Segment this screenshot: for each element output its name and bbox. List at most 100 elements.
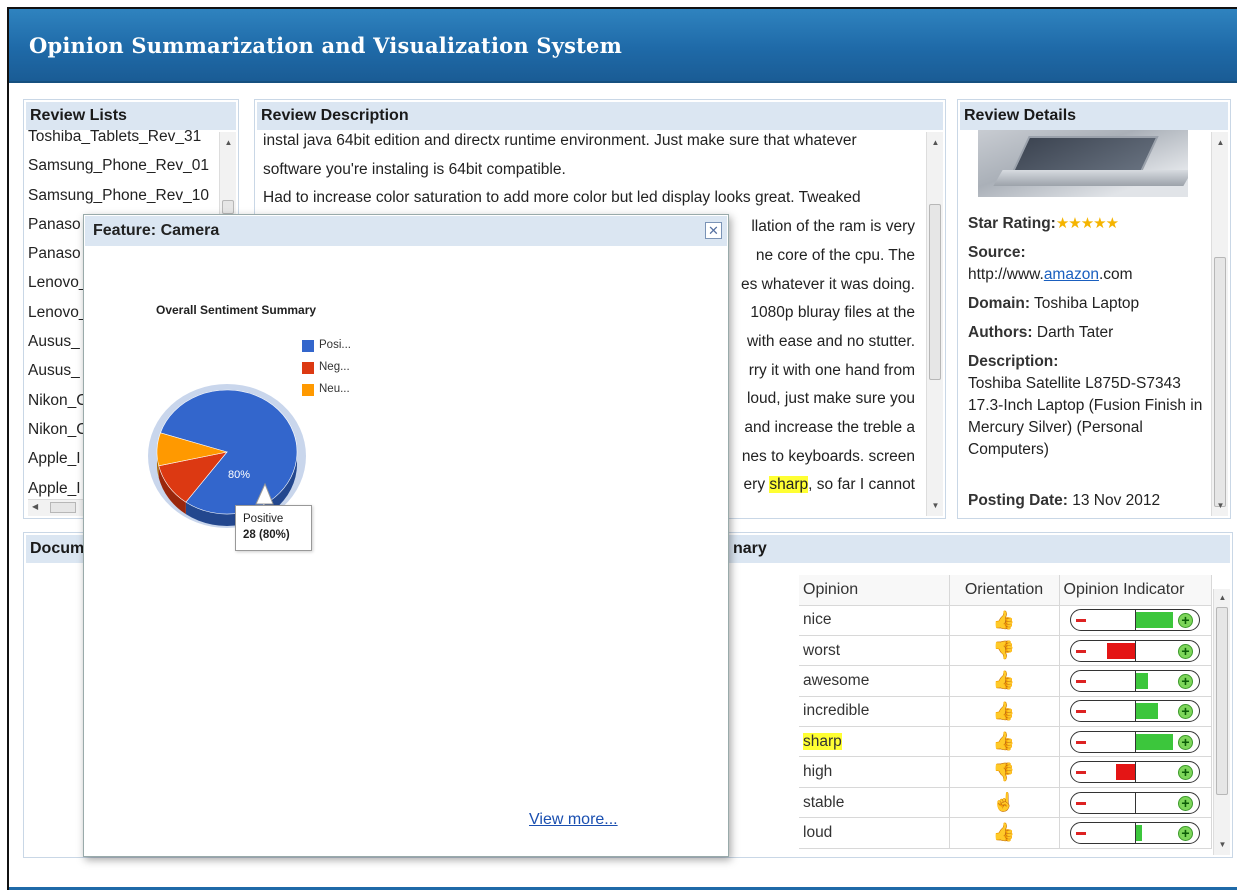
orientation-cell: 👍 <box>949 817 1060 849</box>
orientation-cell: 👎 <box>949 635 1060 667</box>
opinion-word: sharp <box>803 732 842 750</box>
plus-icon: + <box>1178 643 1193 659</box>
indicator-cell: + <box>1059 756 1212 788</box>
opinion-table-vscroll[interactable]: ▲ ▼ <box>1213 589 1230 855</box>
opinion-indicator: + <box>1070 669 1200 692</box>
column-opinion[interactable]: Opinion <box>799 575 950 606</box>
table-row[interactable]: incredible 👍 + <box>799 696 1212 728</box>
source-suffix: .com <box>1098 266 1133 283</box>
description-value: Toshiba Satellite L875D-S7343 17.3-Inch … <box>968 375 1203 458</box>
table-row[interactable]: stable ☝ + <box>799 787 1212 819</box>
opinion-indicator: + <box>1070 821 1200 844</box>
orientation-cell: ☝ <box>949 787 1060 819</box>
opinion-word: incredible <box>803 702 870 720</box>
legend-item: Posi... <box>302 339 351 361</box>
app-title: Opinion Summarization and Visualization … <box>29 33 622 58</box>
thumbs-up-icon: 👍 <box>992 609 1016 630</box>
minus-icon <box>1076 831 1086 835</box>
app-window: Opinion Summarization and Visualization … <box>7 7 1237 890</box>
scroll-down-icon[interactable]: ▼ <box>927 501 944 510</box>
source-prefix: http://www. <box>968 266 1044 283</box>
posting-date-label: Posting Date: <box>968 492 1068 509</box>
review-description-title: Review Description <box>257 102 943 130</box>
opinion-cell: sharp <box>799 726 950 758</box>
title-left: Docum <box>30 540 85 557</box>
legend-item: Neg... <box>302 361 351 383</box>
indicator-bar <box>1136 824 1143 841</box>
authors: Authors: Darth Tater <box>968 322 1206 344</box>
list-item[interactable]: Samsung_Phone_Rev_01 <box>28 151 218 180</box>
scroll-thumb[interactable] <box>1216 607 1228 795</box>
minus-icon <box>1076 619 1086 623</box>
title-right: nary <box>733 540 767 557</box>
legend-label: Neu... <box>319 383 350 395</box>
plus-icon: + <box>1178 795 1193 811</box>
orientation-cell: 👍 <box>949 605 1060 636</box>
review-description-vscroll[interactable]: ▲ ▼ <box>926 132 943 516</box>
source-link[interactable]: amazon <box>1044 266 1099 283</box>
minus-icon <box>1076 649 1086 653</box>
view-more-link[interactable]: View more... <box>529 811 618 829</box>
scroll-up-icon[interactable]: ▲ <box>927 138 944 147</box>
source-value: http://www.amazon.com <box>968 264 1206 286</box>
plus-icon: + <box>1178 734 1193 750</box>
column-orientation[interactable]: Orientation <box>949 575 1060 606</box>
authors-value: Darth Tater <box>1036 324 1114 341</box>
scroll-up-icon[interactable]: ▲ <box>1212 138 1229 147</box>
plus-icon: + <box>1178 765 1193 781</box>
column-opinion-indicator[interactable]: Opinion Indicator <box>1059 575 1212 606</box>
header-bar: Opinion Summarization and Visualization … <box>9 9 1237 83</box>
star-rating-label: Star Rating: <box>968 215 1056 232</box>
orientation-cell: 👍 <box>949 696 1060 728</box>
thumbs-up-icon: 👍 <box>992 731 1016 752</box>
table-row[interactable]: worst 👎 + <box>799 635 1212 667</box>
opinion-cell: awesome <box>799 665 950 697</box>
legend-swatch <box>302 340 314 352</box>
legend-swatch <box>302 384 314 396</box>
hscroll-thumb[interactable] <box>50 502 76 513</box>
scroll-thumb[interactable] <box>1214 257 1226 507</box>
opinion-indicator: + <box>1070 730 1200 753</box>
opinion-cell: high <box>799 756 950 788</box>
opinion-word: nice <box>803 611 832 629</box>
minus-icon <box>1076 740 1086 744</box>
pie-chart: 80% <box>148 384 306 528</box>
indicator-cell: + <box>1059 817 1212 849</box>
scroll-thumb[interactable] <box>222 200 234 214</box>
scroll-up-icon[interactable]: ▲ <box>1214 593 1231 602</box>
scroll-left-icon[interactable]: ◀ <box>32 502 38 511</box>
table-row[interactable]: sharp 👍 + <box>799 726 1212 758</box>
opinion-indicator: + <box>1070 791 1200 814</box>
scroll-up-icon[interactable]: ▲ <box>220 138 237 147</box>
text-line: instal java 64bit edition and directx ru… <box>263 132 857 149</box>
scroll-down-icon[interactable]: ▼ <box>1212 501 1229 510</box>
table-row[interactable]: high 👎 + <box>799 756 1212 788</box>
indicator-bar <box>1136 703 1158 720</box>
plus-icon: + <box>1178 613 1193 629</box>
indicator-cell: + <box>1059 787 1212 819</box>
list-item[interactable]: Samsung_Phone_Rev_10 <box>28 181 218 210</box>
plus-icon: + <box>1178 704 1193 720</box>
scroll-down-icon[interactable]: ▼ <box>1214 840 1231 849</box>
table-row[interactable]: nice 👍 + <box>799 605 1212 636</box>
indicator-cell: + <box>1059 726 1212 758</box>
opinion-word: high <box>803 763 833 781</box>
table-row[interactable]: awesome 👍 + <box>799 665 1212 697</box>
posting-date: Posting Date: 13 Nov 2012 <box>968 490 1206 512</box>
scroll-thumb[interactable] <box>929 204 941 380</box>
chart-legend: Posi... Neg... Neu... <box>302 339 351 405</box>
indicator-cell: + <box>1059 665 1212 697</box>
text-line: software you're instaling is 64bit compa… <box>263 160 566 178</box>
opinion-cell: loud <box>799 817 950 849</box>
opinion-word: worst <box>803 641 841 659</box>
description-label: Description: <box>968 351 1206 373</box>
indicator-bar <box>1136 672 1149 689</box>
table-row[interactable]: loud 👍 + <box>799 817 1212 849</box>
minus-icon <box>1076 801 1086 805</box>
product-image <box>978 130 1188 197</box>
text-line: Had to increase color saturation to add … <box>263 189 861 207</box>
review-details-panel: Star Rating:★★★★★ Source: http://www.ama… <box>957 99 1231 519</box>
opinion-table-body: nice 👍 + worst 👎 + awesome 👍 + incredible 👍 + sharp 👍… <box>799 605 1212 849</box>
domain: Domain: Toshiba Laptop <box>968 293 1206 315</box>
review-details-vscroll[interactable]: ▲ ▼ <box>1211 132 1228 516</box>
